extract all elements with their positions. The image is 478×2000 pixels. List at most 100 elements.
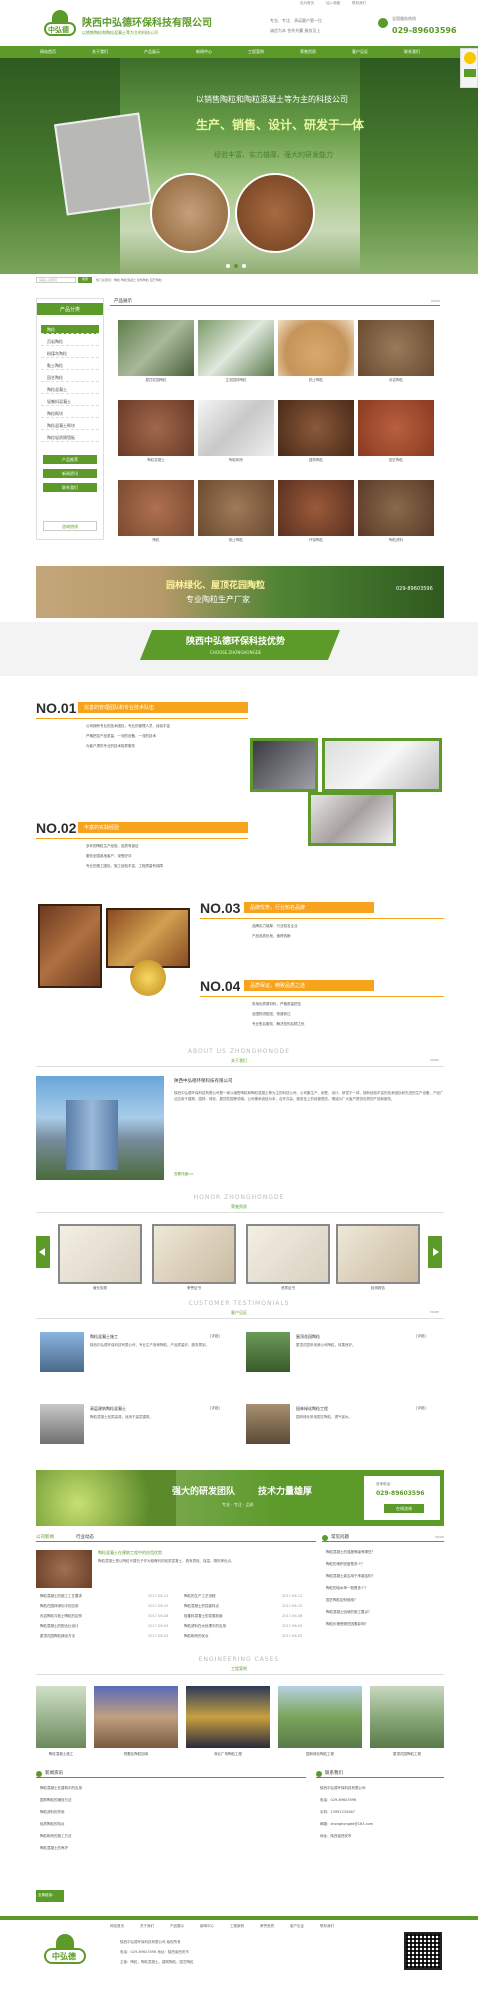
company-logo[interactable]: 中弘德 — [44, 10, 76, 40]
product-card-11[interactable]: 环保陶粒 — [278, 480, 354, 544]
sidebar-item-9[interactable]: 陶粒混凝土砌块 — [41, 421, 99, 430]
banner-dot-3[interactable] — [242, 264, 246, 268]
qq-icon[interactable] — [464, 52, 476, 64]
news-right-4[interactable]: 陶粒滤料在水处理中的应用 — [184, 1624, 284, 1629]
sidebar-phone-label[interactable]: 咨询热线 — [43, 521, 97, 531]
faq-item-6[interactable]: 陶粒混凝土回填的施工要点？ — [326, 1610, 442, 1615]
bottom-news-item-2[interactable]: 园林陶粒的铺设方法 — [40, 1798, 300, 1803]
bottom-news-item-5[interactable]: 陶粒砌块的施工方法 — [40, 1834, 300, 1839]
testimonial-detail-3[interactable]: [详细] — [210, 1406, 220, 1411]
sidebar-item-5[interactable]: 园艺陶粒 — [41, 373, 99, 382]
news-right-1[interactable]: 陶粒的生产工艺流程 — [184, 1594, 284, 1599]
sidebar-item-2[interactable]: 页岩陶粒 — [41, 337, 99, 346]
news-right-3[interactable]: 轻集料混凝土的发展前景 — [184, 1614, 284, 1619]
nav-item-about[interactable]: 关于我们 — [92, 49, 108, 55]
faq-item-2[interactable]: 陶粒的堆积密度是多少？ — [326, 1562, 442, 1567]
nav-item-honor[interactable]: 荣誉资质 — [300, 49, 316, 55]
testimonial-title-4[interactable]: 园林绿化陶粒工程 — [296, 1406, 328, 1412]
honor-cert-3[interactable] — [246, 1224, 330, 1284]
nav-item-cases[interactable]: 工程案例 — [248, 49, 264, 55]
sidebar-item-4[interactable]: 黏土陶粒 — [41, 361, 99, 370]
bottom-news-item-3[interactable]: 陶粒滤料的作用 — [40, 1810, 300, 1815]
honor-next-button[interactable] — [428, 1236, 442, 1268]
sidebar-item-3[interactable]: 粉煤灰陶粒 — [41, 349, 99, 358]
sidebar-item-1[interactable]: 陶粒 — [41, 325, 99, 334]
floating-contact[interactable] — [460, 48, 478, 88]
bottom-news-item-4[interactable]: 轻质陶粒的特点 — [40, 1822, 300, 1827]
footer-link-4[interactable]: 新闻中心 — [200, 1924, 214, 1929]
news-right-2[interactable]: 陶粒混凝土的性能特点 — [184, 1604, 284, 1609]
case-image-1[interactable] — [36, 1686, 86, 1748]
sidebar-item-6[interactable]: 陶粒混凝土 — [41, 385, 99, 394]
testimonial-detail-4[interactable]: [详细] — [416, 1406, 426, 1411]
team-consult-button[interactable]: 在线咨询 — [384, 1504, 424, 1513]
bottom-news-item-1[interactable]: 陶粒混凝土在建筑中的应用 — [40, 1786, 300, 1791]
footer-link-7[interactable]: 客户见证 — [290, 1924, 304, 1929]
faq-item-5[interactable]: 园艺陶粒如何使用？ — [326, 1598, 442, 1603]
footer-link-8[interactable]: 联系我们 — [320, 1924, 334, 1929]
about-more-link[interactable]: MORE — [430, 1058, 439, 1062]
product-card-9[interactable]: 陶粒 — [118, 480, 194, 544]
footer-link-3[interactable]: 产品展示 — [170, 1924, 184, 1929]
about-more-detail-link[interactable]: 查看详细>> — [174, 1172, 194, 1177]
honor-cert-2[interactable] — [152, 1224, 236, 1284]
products-more-link[interactable]: MORE — [431, 299, 440, 303]
news-featured-title[interactable]: 陶粒混凝土在建筑工程中的应用优势 — [98, 1550, 162, 1556]
search-button[interactable]: 搜索 — [78, 277, 92, 283]
product-card-4[interactable]: 页岩陶粒 — [358, 320, 434, 384]
footer-link-6[interactable]: 荣誉资质 — [260, 1924, 274, 1929]
ad-banner[interactable]: 园林绿化、屋顶花园陶粒 专业陶粒生产厂家 029-89603596 — [36, 566, 444, 618]
sidebar-item-10[interactable]: 陶粒轻质隔墙板 — [41, 433, 99, 442]
testimonials-more-link[interactable]: MORE — [430, 1310, 439, 1314]
footer-link-1[interactable]: 网站首页 — [110, 1924, 124, 1929]
faq-item-7[interactable]: 陶粒价格受哪些因素影响？ — [326, 1622, 442, 1627]
testimonial-title-3[interactable]: 高层建筑陶粒混凝土 — [90, 1406, 126, 1412]
faq-more-link[interactable]: MORE — [435, 1535, 444, 1539]
topbar-link-contact[interactable]: 联系我们 — [352, 1, 366, 6]
sidebar-button-2[interactable]: 新闻资讯 — [43, 469, 97, 478]
product-card-1[interactable]: 屋顶花园陶粒 — [118, 320, 194, 384]
news-left-1[interactable]: 陶粒混凝土的施工工艺要求 — [40, 1594, 150, 1599]
product-card-5[interactable]: 陶粒混凝土 — [118, 400, 194, 464]
honor-cert-4[interactable] — [336, 1224, 420, 1284]
chat-icon[interactable] — [464, 69, 476, 77]
sidebar-button-1[interactable]: 产品推荐 — [43, 455, 97, 464]
news-tab-industry[interactable]: 行业动态 — [76, 1534, 94, 1540]
faq-item-3[interactable]: 陶粒混凝土能否用于承重结构？ — [326, 1574, 442, 1579]
product-card-12[interactable]: 陶粒滤料 — [358, 480, 434, 544]
faq-item-1[interactable]: 陶粒混凝土的强度等级有哪些？ — [326, 1550, 442, 1555]
news-right-5[interactable]: 陶粒砌块的优点 — [184, 1634, 284, 1639]
product-card-10[interactable]: 黏土陶粒 — [198, 480, 274, 544]
sidebar-item-8[interactable]: 陶粒砌块 — [41, 409, 99, 418]
case-image-5[interactable] — [370, 1686, 444, 1748]
news-left-4[interactable]: 陶粒混凝土的配合比设计 — [40, 1624, 150, 1629]
nav-item-testimonials[interactable]: 客户见证 — [352, 49, 368, 55]
case-image-4[interactable] — [278, 1686, 362, 1748]
testimonial-image-2[interactable] — [246, 1332, 290, 1372]
topbar-link-favorite[interactable]: 加入收藏 — [326, 1, 340, 6]
case-image-3[interactable] — [186, 1686, 270, 1748]
news-tab-company[interactable]: 公司新闻 — [36, 1534, 54, 1540]
testimonial-detail-2[interactable]: [详细] — [416, 1334, 426, 1339]
search-input[interactable]: 请输入关键词 — [36, 277, 76, 283]
footer-logo[interactable]: 中弘德 — [44, 1934, 86, 1970]
product-card-6[interactable]: 陶粒砌块 — [198, 400, 274, 464]
sidebar-button-3[interactable]: 联系我们 — [43, 483, 97, 492]
news-left-3[interactable]: 页岩陶粒与粘土陶粒的区别 — [40, 1614, 150, 1619]
testimonial-image-3[interactable] — [40, 1404, 84, 1444]
testimonial-detail-1[interactable]: [详细] — [210, 1334, 220, 1339]
nav-item-news[interactable]: 新闻中心 — [196, 49, 212, 55]
testimonial-title-2[interactable]: 屋顶花园陶粒 — [296, 1334, 320, 1340]
sidebar-item-7[interactable]: 轻集料混凝土 — [41, 397, 99, 406]
product-card-3[interactable]: 粘土陶粒 — [278, 320, 354, 384]
honor-prev-button[interactable] — [36, 1236, 50, 1268]
nav-item-home[interactable]: 网站首页 — [40, 49, 56, 55]
news-left-5[interactable]: 屋顶花园陶粒铺设方法 — [40, 1634, 150, 1639]
product-card-8[interactable]: 园艺陶粒 — [358, 400, 434, 464]
footer-link-2[interactable]: 关于我们 — [140, 1924, 154, 1929]
news-featured-image[interactable] — [36, 1550, 92, 1588]
nav-item-products[interactable]: 产品展示 — [144, 49, 160, 55]
bottom-news-item-6[interactable]: 陶粒混凝土的养护 — [40, 1846, 300, 1851]
faq-item-4[interactable]: 陶粒的吸水率一般是多少？ — [326, 1586, 442, 1591]
honor-cert-1[interactable] — [58, 1224, 142, 1284]
